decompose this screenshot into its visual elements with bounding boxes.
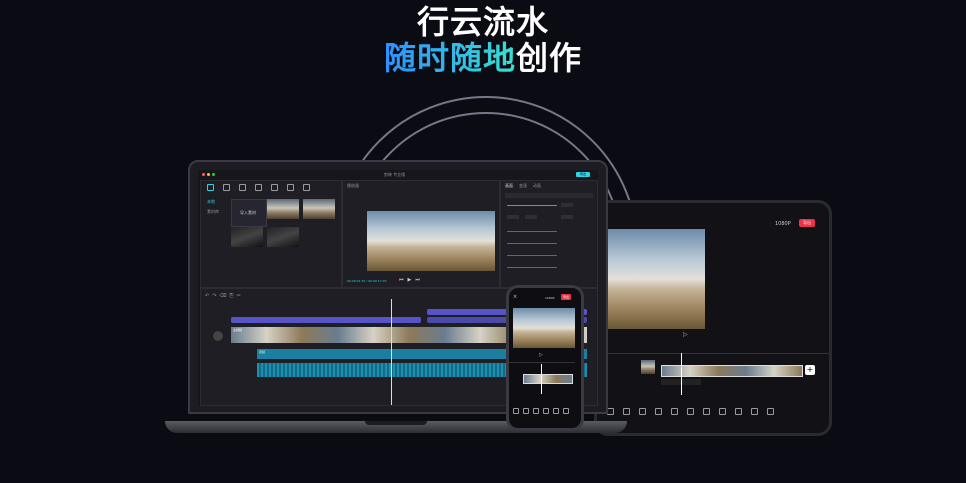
asset-pack-icon[interactable] [703,408,710,415]
opacity-slider[interactable] [507,205,557,206]
hero-title-gradient-text: 随时随地 [383,39,516,77]
laptop-notch [365,421,427,425]
tablet-play-icon[interactable]: ▷ [683,331,688,338]
player-panel: 播放器 00:00:01:15 / 00:00:17:03 ⏮▶⏭ [342,180,500,288]
tablet-export-button[interactable]: 导出 [799,219,815,227]
transition-tab-icon[interactable] [287,184,294,191]
phone-export-button[interactable]: 导出 [561,294,571,300]
effects-icon[interactable] [687,408,694,415]
text-track-1[interactable] [231,317,421,323]
import-button[interactable]: 导入素材 [231,199,267,227]
tablet-divider [597,353,829,354]
audio-tab-icon[interactable] [223,184,230,191]
tablet-resolution[interactable]: 1080P [775,221,791,227]
window-title: 剪映 专业版 [384,172,406,177]
maximize-dot[interactable] [212,173,215,176]
phone-filter-icon[interactable] [563,408,569,414]
media-thumb-2[interactable] [303,199,335,219]
volume-slider[interactable] [507,255,557,256]
rotation-slider[interactable] [507,231,557,232]
phone-music-icon[interactable] [523,408,529,414]
text-icon[interactable] [639,408,646,415]
phone-effects-icon[interactable] [553,408,559,414]
media-thumb-1[interactable] [267,199,299,219]
blend-slider[interactable] [507,243,557,244]
player-timecode: 00:00:01:15 / 00:00:17:03 [347,279,387,283]
inspector-tab-speed[interactable]: 变速 [519,183,527,189]
tablet-cover-thumb[interactable] [641,360,655,374]
timeline-playhead[interactable] [391,299,392,405]
position-y-input[interactable] [561,215,573,219]
phone-preview-video [513,308,575,348]
phone-resolution[interactable]: 1080P [545,296,554,300]
video-track-label: 主视频 [233,328,243,332]
background-icon[interactable] [751,408,758,415]
playback-controls[interactable]: ⏮▶⏭ [399,277,424,283]
timeline-toolbar[interactable]: ↶↷⌫⎘✂ [205,293,244,299]
phone-divider [509,362,575,363]
phone-close-icon[interactable]: × [513,294,517,300]
phone-video-track[interactable] [523,374,573,384]
phone-scissors-icon[interactable] [513,408,519,414]
audio-track-label: 音频 [259,350,266,354]
minimize-dot[interactable] [207,173,210,176]
music-note-icon[interactable] [623,408,630,415]
inspector-tab-canvas[interactable]: 画面 [505,183,513,189]
track-lock-icon[interactable] [213,331,223,341]
hero-title-rest-text: 创作 [516,39,583,77]
adjust-icon[interactable] [767,408,774,415]
sidebar-item-library[interactable]: 素材库 [207,209,219,215]
media-thumb-3[interactable] [231,227,263,247]
inspector-tab-animation[interactable]: 动画 [533,183,541,189]
media-panel: 本地 素材库 导入素材 [200,180,342,288]
sticker-icon[interactable] [655,408,662,415]
player-preview-video [367,211,495,271]
scale-input[interactable] [507,215,519,219]
scissors-icon[interactable] [607,408,614,415]
player-title: 播放器 [347,183,359,188]
hero-title-line1: 行云流水 [416,3,549,41]
sticker-tab-icon[interactable] [255,184,262,191]
phone-playhead[interactable] [541,364,542,394]
phone-device: × 1080P 导出 ▷ [506,285,584,431]
opacity-input[interactable] [561,203,573,207]
phone-sticker-icon[interactable] [543,408,549,414]
promo-banner: 行云流水 随时随地创作 1080P 导出 ▷ + 剪映 专业版 导出 本地 素材… [0,0,966,483]
media-tab-icon[interactable] [207,184,214,191]
tablet-video-track[interactable] [661,365,803,377]
tablet-playhead[interactable] [681,353,682,395]
fade-slider[interactable] [507,267,557,268]
picture-in-picture-icon[interactable] [671,408,678,415]
sidebar-item-local[interactable]: 本地 [207,199,215,205]
text-tab-icon[interactable] [239,184,246,191]
filter-icon[interactable] [719,408,726,415]
tablet-preview-video [607,229,705,329]
import-label: 导入素材 [240,210,256,215]
filter-tab-icon[interactable] [303,184,310,191]
tablet-add-clip-button[interactable]: + [805,365,815,375]
phone-text-icon[interactable] [533,408,539,414]
hero-title-line2: 随时随地创作 [0,40,966,76]
position-x-input[interactable] [525,215,537,219]
inspector-subtabs[interactable] [505,193,593,198]
effects-tab-icon[interactable] [271,184,278,191]
inspector-panel: 画面 变速 动画 [500,180,598,288]
aspect-ratio-icon[interactable] [735,408,742,415]
tablet-device: 1080P 导出 ▷ + [594,200,832,436]
laptop-export-button[interactable]: 导出 [576,172,590,177]
close-dot[interactable] [202,173,205,176]
media-thumb-4[interactable] [267,227,299,247]
phone-play-icon[interactable]: ▷ [539,352,543,358]
